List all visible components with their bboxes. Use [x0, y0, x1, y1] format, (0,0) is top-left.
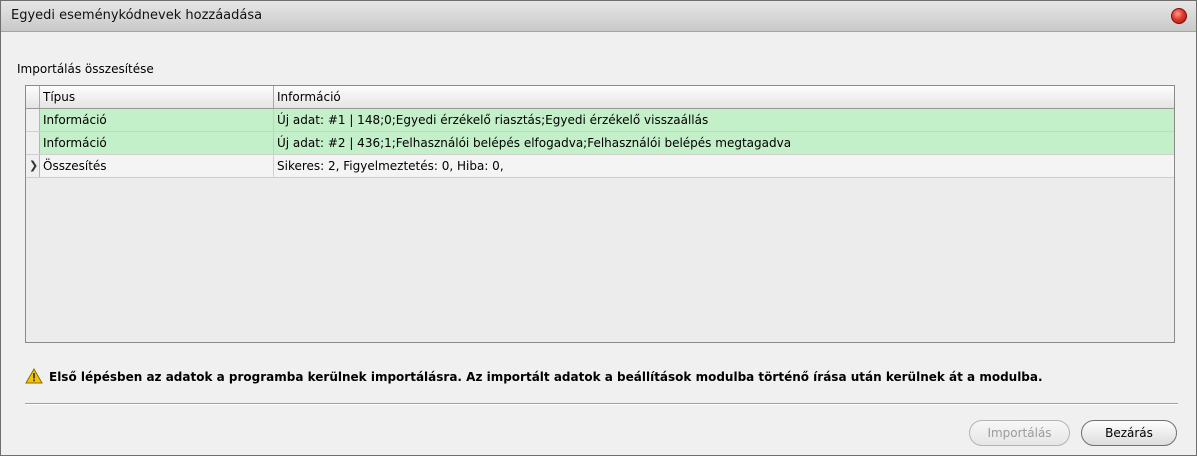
row-indicator[interactable]: ❯ [26, 155, 40, 177]
cell-type: Információ [40, 132, 274, 154]
dialog-window: Egyedi eseménykódnevek hozzáadása Import… [0, 0, 1197, 456]
column-header-info[interactable]: Információ [274, 86, 1174, 108]
cell-type: Információ [40, 109, 274, 131]
warning-text: Első lépésben az adatok a programba kerü… [49, 370, 1043, 384]
cell-info: Sikeres: 2, Figyelmeztetés: 0, Hiba: 0, [277, 159, 504, 173]
import-button[interactable]: Importálás [969, 420, 1070, 446]
close-icon[interactable] [1171, 8, 1187, 24]
title-bar[interactable]: Egyedi eseménykódnevek hozzáadása [1, 1, 1196, 32]
row-indicator[interactable] [26, 132, 40, 154]
column-header-type[interactable]: Típus [40, 86, 274, 108]
separator [25, 403, 1178, 405]
warning-message: Első lépésben az adatok a programba kerü… [25, 367, 1043, 387]
table-row[interactable]: ❯ Összesítés Sikeres: 2, Figyelmeztetés:… [26, 155, 1174, 178]
table-row[interactable]: Információ Új adat: #2 | 436;1;Felhaszná… [26, 132, 1174, 155]
warning-icon [25, 368, 43, 384]
table-row[interactable]: Információ Új adat: #1 | 148;0;Egyedi ér… [26, 109, 1174, 132]
row-indicator[interactable] [26, 109, 40, 131]
import-summary-grid[interactable]: Típus Információ Információ Új adat: #1 … [25, 85, 1175, 343]
current-row-arrow-icon: ❯ [29, 159, 39, 172]
cell-info: Új adat: #2 | 436;1;Felhasználói belépés… [277, 136, 792, 150]
cell-type: Összesítés [40, 155, 274, 177]
row-indicator-header [26, 86, 40, 108]
window-title: Egyedi eseménykódnevek hozzáadása [11, 8, 263, 23]
grid-header: Típus Információ [26, 86, 1174, 109]
section-label: Importálás összesítése [17, 62, 154, 76]
close-button[interactable]: Bezárás [1081, 420, 1177, 446]
cell-info: Új adat: #1 | 148;0;Egyedi érzékelő rias… [277, 113, 709, 127]
